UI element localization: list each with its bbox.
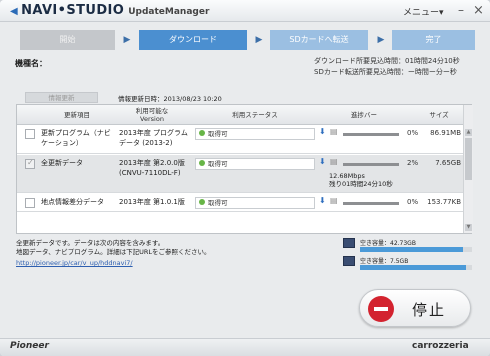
trash-icon[interactable]: ▤ [330, 196, 338, 205]
col-version: 利用可能な Version [135, 107, 169, 123]
description-line-1: 全更新データです。データは次の内容を含みます。 [16, 239, 165, 247]
table-row[interactable]: 全更新データ 2013年度 第2.0.0版 (CNVU-7110DL-F) 取得… [17, 155, 463, 193]
status-text: 取得可 [208, 130, 228, 138]
update-manager-window: ◀ NAVI•STUDIO UpdateManager メニュー▾ – × 開始 ▶… [0, 0, 490, 356]
row-status: 取得可 [195, 197, 315, 209]
pc-free-space: 空き容量：42.73GB [360, 240, 416, 247]
scroll-thumb[interactable] [465, 138, 472, 180]
table-row[interactable]: 地点情報差分データ 2013年度 第1.0.1版 取得可 ⬇ ▤ 0% 153.… [17, 194, 463, 212]
status-ok-icon [199, 199, 205, 205]
close-icon[interactable]: × [473, 3, 484, 18]
download-time-label: ダウンロード所要見込時間 [314, 57, 398, 65]
device-label: 機種名： [15, 59, 47, 68]
row-checkbox[interactable] [25, 198, 35, 208]
row-size: 86.91MB [430, 129, 461, 137]
progress-bar [343, 163, 399, 166]
row-version: 2013年度 第2.0.0版 (CNVU-7110DL-F) [119, 159, 185, 177]
row-status: 取得可 [195, 158, 315, 170]
pc-storage-bar [360, 247, 463, 252]
row-size: 7.65GB [435, 159, 461, 167]
status-text: 取得可 [208, 199, 228, 207]
sd-storage-bar [360, 265, 466, 270]
sd-free-space: 空き容量：7.5GB [360, 258, 409, 265]
row-checkbox[interactable] [25, 129, 35, 139]
description-line-2: 地図データ、ナビプログラム。詳細は下記URLをご参照ください。 [16, 248, 211, 256]
item-description: 全更新データです。データは次の内容を含みます。 地図データ、ナビプログラム。詳細… [16, 239, 211, 257]
title-bar: ◀ NAVI•STUDIO UpdateManager メニュー▾ – × [0, 0, 490, 22]
app-name: UpdateManager [128, 7, 210, 17]
row-version: 2013年度 プログラムデータ (2013-2) [119, 129, 188, 147]
step-progress: 開始 ▶ ダウンロード ▶ SDカードへ転送 ▶ 完了 [20, 30, 475, 50]
trash-icon[interactable]: ▤ [330, 127, 338, 136]
sd-storage-icon [343, 256, 355, 266]
status-ok-icon [199, 130, 205, 136]
estimated-times: ダウンロード所要見込時間：01時間24分10秒 SDカード転送所要見込時間：ー時… [314, 56, 460, 78]
table-header: 更新項目 利用可能な Version 利用ステータス 進捗バー サイズ [17, 105, 463, 125]
row-item-name: 更新プログラム（ナビケーション） [41, 129, 111, 147]
brand-name: NAVI•STUDIO [21, 3, 125, 18]
step-sd-transfer: SDカードへ転送 [270, 30, 368, 50]
info-updated-time: 情報更新日時：2013/08/23 10:20 [118, 95, 222, 103]
stop-icon [368, 296, 394, 322]
col-progress: 進捗バー [351, 111, 377, 119]
menu-button[interactable]: メニュー▾ [403, 5, 444, 18]
step-start: 開始 [20, 30, 115, 50]
row-version: 2013年度 第1.0.1版 [119, 198, 185, 206]
scroll-up-icon[interactable]: ▲ [465, 129, 472, 136]
pioneer-logo: Pioneer [10, 341, 49, 351]
table-row[interactable]: 更新プログラム（ナビケーション） 2013年度 プログラムデータ (2013-2… [17, 125, 463, 154]
col-size: サイズ [429, 111, 449, 119]
download-icon[interactable]: ⬇ [319, 127, 326, 136]
refresh-info-button[interactable]: 情報更新 [25, 92, 98, 103]
status-ok-icon [199, 160, 205, 166]
row-size: 153.77KB [427, 198, 461, 206]
row-item-name: 全更新データ [41, 159, 83, 167]
pc-storage-icon [343, 238, 355, 248]
col-status: 利用ステータス [232, 111, 278, 119]
download-time-value: ：01時間24分10秒 [398, 57, 460, 65]
brand-chevron-icon: ◀ [10, 6, 19, 17]
status-text: 取得可 [208, 160, 228, 168]
download-speed: 12.68Mbps [329, 172, 365, 180]
row-status: 取得可 [195, 128, 315, 140]
progress-bar [343, 133, 399, 136]
row-checkbox[interactable] [25, 158, 35, 169]
step-complete: 完了 [392, 30, 475, 50]
step-arrow-icon: ▶ [377, 35, 385, 45]
table-scrollbar[interactable]: ▲ ▼ [463, 105, 473, 233]
remaining-time: 残り01時間24分10秒 [329, 180, 393, 188]
transfer-time-label: SDカード転送所要見込時間 [314, 68, 401, 76]
stop-button[interactable]: 停止 [359, 289, 471, 327]
update-table: 更新項目 利用可能な Version 利用ステータス 進捗バー サイズ 更新プロ… [16, 104, 473, 234]
step-download: ダウンロード [139, 30, 247, 50]
minimize-icon[interactable]: – [458, 3, 464, 17]
app-brand: ◀ NAVI•STUDIO UpdateManager [10, 3, 209, 18]
trash-icon[interactable]: ▤ [330, 157, 338, 166]
download-icon[interactable]: ⬇ [319, 196, 326, 205]
row-item-name: 地点情報差分データ [41, 198, 104, 206]
scroll-down-icon[interactable]: ▼ [465, 224, 472, 231]
step-arrow-icon: ▶ [123, 35, 131, 45]
step-arrow-icon: ▶ [255, 35, 263, 45]
download-icon[interactable]: ⬇ [319, 157, 326, 166]
progress-bar [343, 202, 399, 205]
detail-link[interactable]: http://pioneer.jp/car/v_up/hddnavi7/ [16, 259, 133, 267]
stop-button-label: 停止 [412, 301, 447, 319]
transfer-time-value: ：ー時間ー分ー秒 [400, 68, 457, 76]
carrozzeria-logo: carrozzeria [412, 341, 469, 351]
col-item: 更新項目 [64, 111, 90, 119]
